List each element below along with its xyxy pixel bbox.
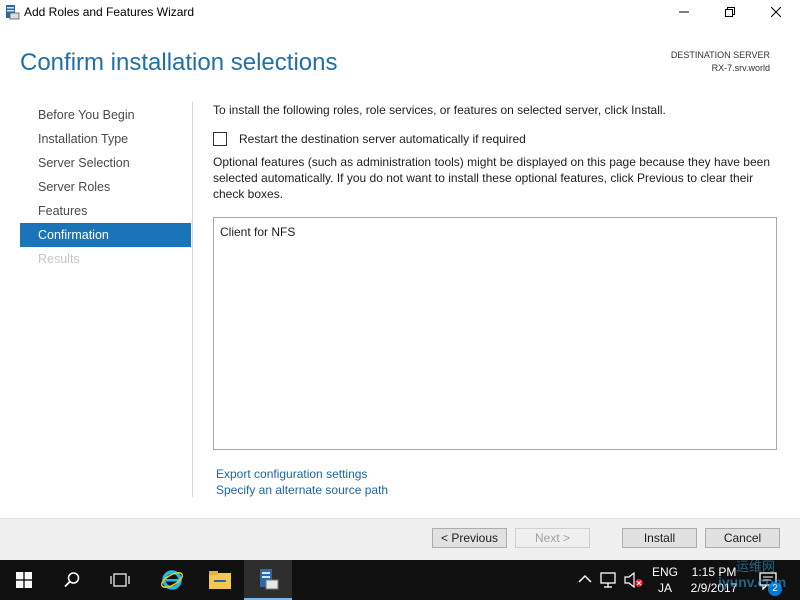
close-button[interactable]: [753, 0, 799, 24]
windows-logo-icon: [16, 572, 32, 588]
restart-checkbox[interactable]: [213, 132, 227, 146]
watermark-text-bottom: iyunv.com: [718, 574, 787, 590]
language-code: ENG: [651, 565, 678, 579]
search-icon: [64, 572, 80, 588]
server-manager-taskbar-button[interactable]: [244, 560, 292, 600]
watermark-text-top: 运维网: [736, 559, 776, 574]
show-hidden-icons-chevron-icon[interactable]: [578, 574, 592, 584]
page-title: Confirm installation selections: [20, 49, 338, 76]
export-configuration-link[interactable]: Export configuration settings: [216, 467, 367, 481]
server-manager-icon: [260, 569, 279, 590]
server-manager-icon: [6, 5, 20, 20]
install-button[interactable]: Install: [622, 528, 697, 548]
volume-muted-icon[interactable]: [624, 572, 644, 588]
nav-item-before-you-begin[interactable]: Before You Begin: [20, 103, 191, 127]
next-button: Next >: [515, 528, 590, 548]
list-item[interactable]: Client for NFS: [220, 225, 295, 239]
title-bar: Add Roles and Features Wizard: [0, 0, 800, 24]
destination-server-info: DESTINATION SERVER RX-7.srv.world: [671, 49, 770, 75]
file-explorer-button[interactable]: [196, 560, 244, 600]
alternate-source-path-link[interactable]: Specify an alternate source path: [216, 483, 388, 497]
cancel-button[interactable]: Cancel: [705, 528, 780, 548]
restore-icon: [725, 7, 735, 17]
folder-icon: [209, 571, 231, 589]
input-language-indicator[interactable]: ENG JA: [650, 564, 680, 596]
restart-checkbox-label[interactable]: Restart the destination server automatic…: [239, 132, 526, 146]
previous-button[interactable]: < Previous: [432, 528, 507, 548]
internet-explorer-icon: [160, 570, 184, 590]
nav-item-results: Results: [38, 252, 80, 266]
optional-features-note: Optional features (such as administratio…: [213, 155, 771, 201]
nav-item-features[interactable]: Features: [20, 199, 191, 223]
destination-label: DESTINATION SERVER: [670, 50, 770, 60]
taskbar: ENG JA 1:15 PM 2/9/2017: [0, 560, 800, 600]
nav-item-confirmation[interactable]: Confirmation: [20, 223, 191, 247]
watermark: 运维网 iyunv.com: [700, 552, 800, 600]
keyboard-layout: JA: [657, 581, 672, 595]
nav-item-installation-type[interactable]: Installation Type: [20, 127, 191, 151]
minimize-icon: [679, 11, 689, 13]
restart-option[interactable]: Restart the destination server automatic…: [213, 132, 526, 146]
task-view-button[interactable]: [96, 560, 144, 600]
intro-text: To install the following roles, role ser…: [213, 103, 666, 117]
restore-button[interactable]: [707, 0, 753, 24]
minimize-button[interactable]: [661, 0, 707, 24]
task-view-icon: [110, 573, 130, 587]
search-button[interactable]: [48, 560, 96, 600]
destination-server-name: RX-7.srv.world: [711, 63, 770, 73]
selections-list[interactable]: Client for NFS: [213, 217, 777, 450]
window-title: Add Roles and Features Wizard: [24, 5, 195, 19]
close-icon: [771, 7, 781, 17]
nav-divider: [192, 102, 193, 497]
wizard-nav: Before You Begin Installation Type Serve…: [20, 103, 191, 271]
network-icon[interactable]: [600, 572, 620, 588]
internet-explorer-button[interactable]: [148, 560, 196, 600]
nav-item-server-roles[interactable]: Server Roles: [20, 175, 191, 199]
nav-item-server-selection[interactable]: Server Selection: [20, 151, 191, 175]
start-button[interactable]: [0, 560, 48, 600]
